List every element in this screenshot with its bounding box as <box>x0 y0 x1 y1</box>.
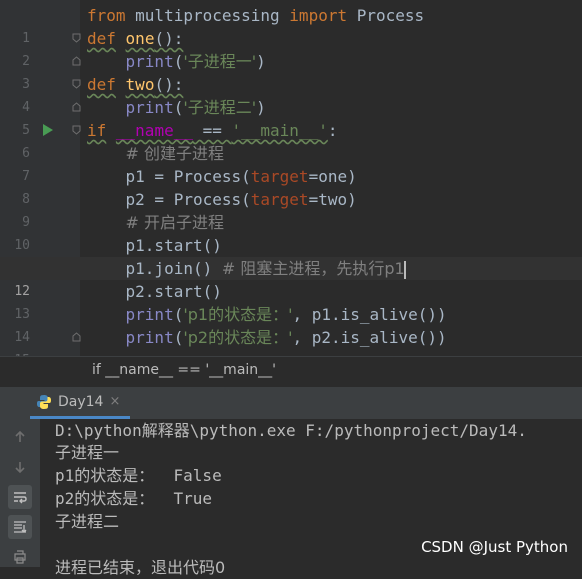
watermark: CSDN @Just Python <box>421 538 568 556</box>
code-line[interactable]: 7 # 创建子进程 <box>0 142 582 184</box>
fold-icon[interactable] <box>72 125 81 135</box>
console-output-line: p1的状态是： False <box>55 466 222 485</box>
python-icon <box>37 394 51 409</box>
code-line[interactable]: 14 print('p1的状态是：', p1.is_alive()) <box>0 303 582 345</box>
soft-wrap-icon[interactable] <box>8 485 32 509</box>
fold-end-icon[interactable] <box>72 56 81 66</box>
code-line[interactable]: 2 def one(): <box>0 27 582 69</box>
print-icon[interactable] <box>8 545 32 569</box>
run-tabbar: Day14 × <box>0 387 582 420</box>
code-line[interactable]: 1 from multiprocessing import Process <box>0 4 582 46</box>
code-line[interactable]: 3 print('子进程一') <box>0 50 582 92</box>
code-line[interactable]: 8 p1 = Process(target=one) <box>0 165 582 207</box>
breadcrumb[interactable]: if __name__ == '__main__' <box>92 362 276 378</box>
fold-icon[interactable] <box>72 79 81 89</box>
fold-icon[interactable] <box>72 33 81 43</box>
console-output-line: 进程已结束，退出代码0 <box>55 558 226 577</box>
run-tab-day14[interactable]: Day14 × <box>30 387 131 419</box>
code-line[interactable]: 5 print('子进程二') <box>0 96 582 138</box>
close-icon[interactable]: × <box>109 394 120 409</box>
fold-end-icon[interactable] <box>72 102 81 112</box>
code-line-current[interactable]: 12 p1.join() # 阻塞主进程，先执行p1 <box>0 257 582 299</box>
run-gutter-icon[interactable] <box>43 124 53 136</box>
code-line[interactable]: 13 p2.start() <box>0 280 582 322</box>
text-caret <box>403 260 406 279</box>
console-output-line: 子进程一 <box>55 443 120 462</box>
scroll-to-end-icon[interactable] <box>8 515 32 539</box>
arrow-up-icon[interactable] <box>8 425 32 449</box>
code-line[interactable]: 4 def two(): <box>0 73 582 115</box>
breadcrumb-bar: if __name__ == '__main__' <box>0 356 582 387</box>
arrow-down-icon[interactable] <box>8 455 32 479</box>
code-editor[interactable]: 1 from multiprocessing import Process 2 … <box>0 0 582 368</box>
console-output-line: D:\python解释器\python.exe F:/pythonproject… <box>55 421 527 440</box>
tab-label: Day14 <box>58 393 104 410</box>
console-output-line: p2的状态是： True <box>55 489 213 508</box>
console-output-line: 子进程二 <box>55 512 120 531</box>
code-line[interactable]: 6 if __name__ == '__main__': <box>0 119 582 161</box>
code-line[interactable]: 10 # 开启子进程 <box>0 211 582 253</box>
code-line[interactable]: 11 p1.start() <box>0 234 582 276</box>
code-line[interactable]: 15 print('p2的状态是：', p2.is_alive()) <box>0 326 582 368</box>
code-line[interactable]: 9 p2 = Process(target=two) <box>0 188 582 230</box>
fold-end-icon[interactable] <box>72 332 81 342</box>
console-toolstrip <box>0 419 40 567</box>
